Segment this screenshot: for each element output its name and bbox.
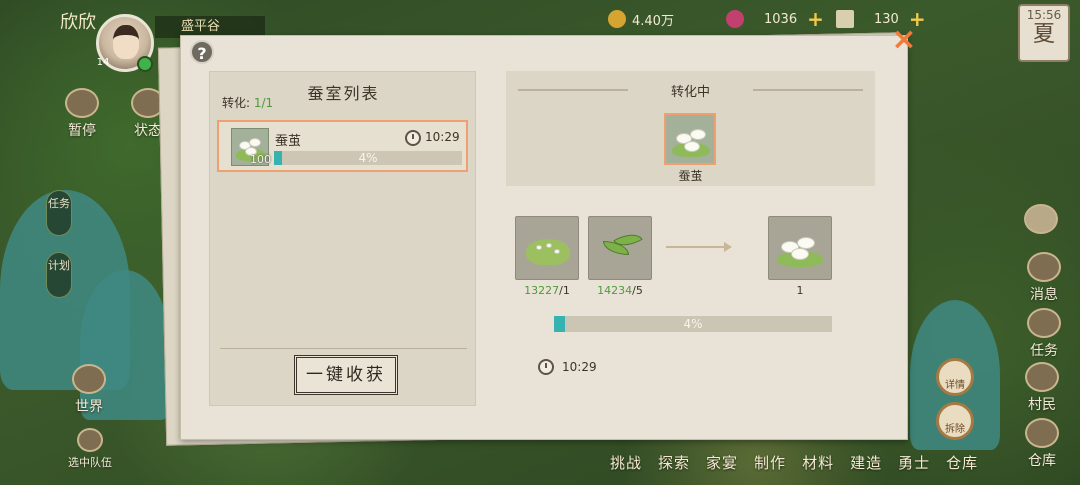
- pause-icon: [65, 88, 99, 118]
- menu-explore[interactable]: 探索: [658, 452, 690, 473]
- warehouse-label: 仓库: [1028, 453, 1056, 469]
- input-2-need: /5: [632, 284, 643, 297]
- input-2-count: 14234/5: [580, 284, 660, 297]
- world-label: 世界: [75, 399, 103, 415]
- menu-feast[interactable]: 家宴: [706, 452, 738, 473]
- team-icon: [77, 428, 103, 452]
- close-icon[interactable]: ×: [890, 25, 918, 55]
- menu-craft[interactable]: 制作: [754, 452, 786, 473]
- menu-materials[interactable]: 材料: [802, 452, 834, 473]
- conversion-progress-label: 4%: [683, 317, 703, 331]
- select-team-label: 选中队伍: [68, 456, 112, 469]
- warehouse-button[interactable]: 仓库: [1020, 418, 1064, 470]
- output-count: 1: [796, 284, 804, 297]
- item-name: 蚕茧: [275, 134, 302, 149]
- input-1-count: 13227/1: [507, 284, 587, 297]
- messages-label: 消息: [1030, 287, 1058, 303]
- avatar-face: [113, 25, 139, 59]
- select-team-button[interactable]: 选中队伍: [62, 428, 118, 470]
- cocoon-shape: [684, 141, 700, 152]
- product-name: 蚕茧: [678, 169, 703, 183]
- conversion-label: 转化:: [222, 96, 251, 110]
- arrow-right-icon: [666, 242, 732, 252]
- product-cocoon-icon: [664, 113, 716, 165]
- messages-button[interactable]: 消息: [1022, 252, 1066, 304]
- season-clock[interactable]: 15:56 夏: [1018, 4, 1070, 62]
- input-mulberry-leaves-icon[interactable]: [515, 216, 579, 280]
- coin-icon: [608, 10, 626, 28]
- coin-resource: 4.40万: [608, 8, 674, 30]
- pause-button[interactable]: 暂停: [62, 88, 102, 140]
- ticket-icon: [836, 10, 854, 28]
- divider: [753, 89, 863, 91]
- cocoon-shape: [791, 248, 809, 260]
- conversion-count-value: 1/1: [253, 96, 274, 110]
- list-item[interactable]: 100 蚕茧 10:29 4%: [217, 120, 468, 172]
- item-progress-bar: 4%: [274, 151, 462, 165]
- level-badge: 14: [96, 57, 110, 68]
- cocoon-shape: [690, 129, 706, 140]
- item-time: 10:29: [425, 130, 460, 144]
- eggs-shape: [546, 243, 552, 248]
- eggs-shape: [536, 245, 542, 250]
- world-icon: [72, 364, 106, 394]
- clock-icon: [405, 130, 421, 146]
- help-icon[interactable]: ?: [190, 40, 214, 64]
- input-1-have: 13227: [524, 284, 560, 297]
- pause-label: 暂停: [68, 123, 96, 139]
- input-2-have: 14234: [597, 284, 633, 297]
- warehouse-icon: [1025, 418, 1059, 448]
- coin-value: 4.40万: [632, 13, 674, 29]
- menu-warriors[interactable]: 勇士: [898, 452, 930, 473]
- details-button[interactable]: 详情: [936, 358, 974, 396]
- input-1-need: /1: [559, 284, 570, 297]
- status-label: 状态: [134, 123, 162, 139]
- gem-resource: 1036 +: [726, 8, 824, 30]
- item-progress-label: 4%: [358, 151, 378, 165]
- eggs-shape: [554, 249, 560, 254]
- remaining-time: 10:29: [562, 360, 597, 374]
- online-status-icon: [137, 56, 153, 72]
- item-quantity: 100: [250, 153, 271, 166]
- menu-warehouse[interactable]: 仓库: [946, 452, 978, 473]
- world-button[interactable]: 世界: [64, 364, 114, 416]
- gem-plus-icon[interactable]: +: [807, 9, 824, 29]
- conversion-progress-bar: 4%: [554, 316, 832, 332]
- villagers-label: 村民: [1028, 397, 1056, 413]
- scroll-icon: [1027, 308, 1061, 338]
- input-leaf-icon[interactable]: [588, 216, 652, 280]
- gem-icon: [726, 10, 744, 28]
- menu-challenge[interactable]: 挑战: [610, 452, 642, 473]
- bottom-menu: 挑战 探索 家宴 制作 材料 建造 勇士 仓库: [610, 452, 994, 473]
- plan-tab[interactable]: 计划: [46, 252, 72, 298]
- flower-button[interactable]: [1024, 204, 1058, 236]
- right-tasks-label: 任务: [1030, 343, 1058, 359]
- output-cocoon-icon[interactable]: [768, 216, 832, 280]
- gem-value: 1036: [764, 11, 798, 27]
- messages-icon: [1027, 252, 1061, 282]
- cocoon-shape: [249, 138, 261, 147]
- tasks-tab[interactable]: 任务: [46, 190, 72, 236]
- conversion-header: 转化中 蚕茧: [506, 71, 875, 186]
- game-time: 15:56: [1026, 8, 1062, 22]
- villagers-button[interactable]: 村民: [1020, 362, 1064, 414]
- menu-build[interactable]: 建造: [850, 452, 882, 473]
- harvest-all-button[interactable]: 一键收获: [294, 355, 398, 395]
- player-name: 欣欣: [60, 12, 96, 33]
- right-tasks-button[interactable]: 任务: [1022, 308, 1066, 360]
- season-name: 夏: [1032, 22, 1055, 47]
- demolish-button[interactable]: 拆除: [936, 402, 974, 440]
- villager-icon: [1025, 362, 1059, 392]
- divider: [220, 348, 467, 349]
- silk-room-list-panel: 蚕室列表 转化: 1/1 100 蚕茧 10:29 4% 一键收获: [209, 71, 476, 406]
- flower-icon: [1024, 204, 1058, 234]
- clock-icon: [538, 359, 554, 375]
- conversion-count: 转化: 1/1: [222, 94, 273, 111]
